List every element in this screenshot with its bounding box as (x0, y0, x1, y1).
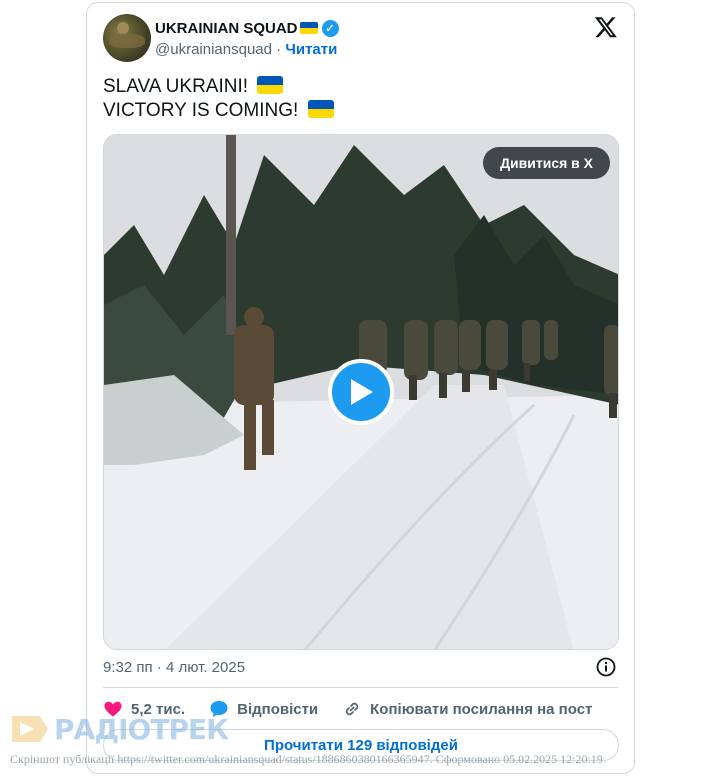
watch-on-x-button[interactable]: Дивитися в X (483, 147, 610, 179)
watermark-logo-text: РАДІОТРЕК (54, 712, 229, 746)
video-thumbnail[interactable]: Дивитися в X (103, 134, 619, 650)
author-name[interactable]: UKRAINIAN SQUAD (155, 20, 298, 37)
avatar[interactable] (103, 14, 151, 62)
tweet-date[interactable]: 4 лют. 2025 (166, 659, 245, 676)
x-logo-icon[interactable] (594, 15, 618, 39)
watermark-caption: Скріншот публікації https://twitter.com/… (10, 752, 603, 766)
tweet-text: SLAVA UKRAINI! VICTORY IS COMING! (103, 75, 334, 123)
link-icon (346, 702, 359, 716)
follow-link[interactable]: Читати (285, 41, 337, 58)
play-button[interactable] (328, 359, 394, 425)
copy-link-button[interactable]: Копіювати посилання на пост (342, 699, 592, 719)
tweet-card: UKRAINIAN SQUAD ✓ @ukrainiansquad · Чита… (86, 2, 635, 774)
divider (103, 687, 618, 688)
reply-label: Відповісти (237, 700, 319, 718)
watermark-logo: РАДІОТРЕК (10, 712, 229, 746)
play-icon (351, 379, 373, 405)
ukraine-flag-icon (257, 76, 284, 94)
verified-badge-icon: ✓ (321, 19, 339, 37)
radiotrek-logo-icon (12, 716, 48, 742)
timestamp[interactable]: 9:32 пп · 4 лют. 2025 (103, 659, 245, 676)
tweet-text-line2: VICTORY IS COMING! (103, 100, 299, 121)
tweet-text-line1: SLAVA UKRAINI! (103, 76, 249, 97)
info-icon[interactable] (596, 657, 616, 677)
tweet-time[interactable]: 9:32 пп (103, 659, 153, 676)
ukraine-flag-icon (307, 100, 334, 118)
author-block: UKRAINIAN SQUAD ✓ @ukrainiansquad · Чита… (155, 18, 339, 58)
ukraine-flag-icon (299, 22, 318, 34)
separator: · (156, 659, 166, 676)
separator: · (276, 41, 282, 58)
author-handle[interactable]: @ukrainiansquad (155, 41, 272, 58)
copy-link-label: Копіювати посилання на пост (370, 700, 593, 718)
